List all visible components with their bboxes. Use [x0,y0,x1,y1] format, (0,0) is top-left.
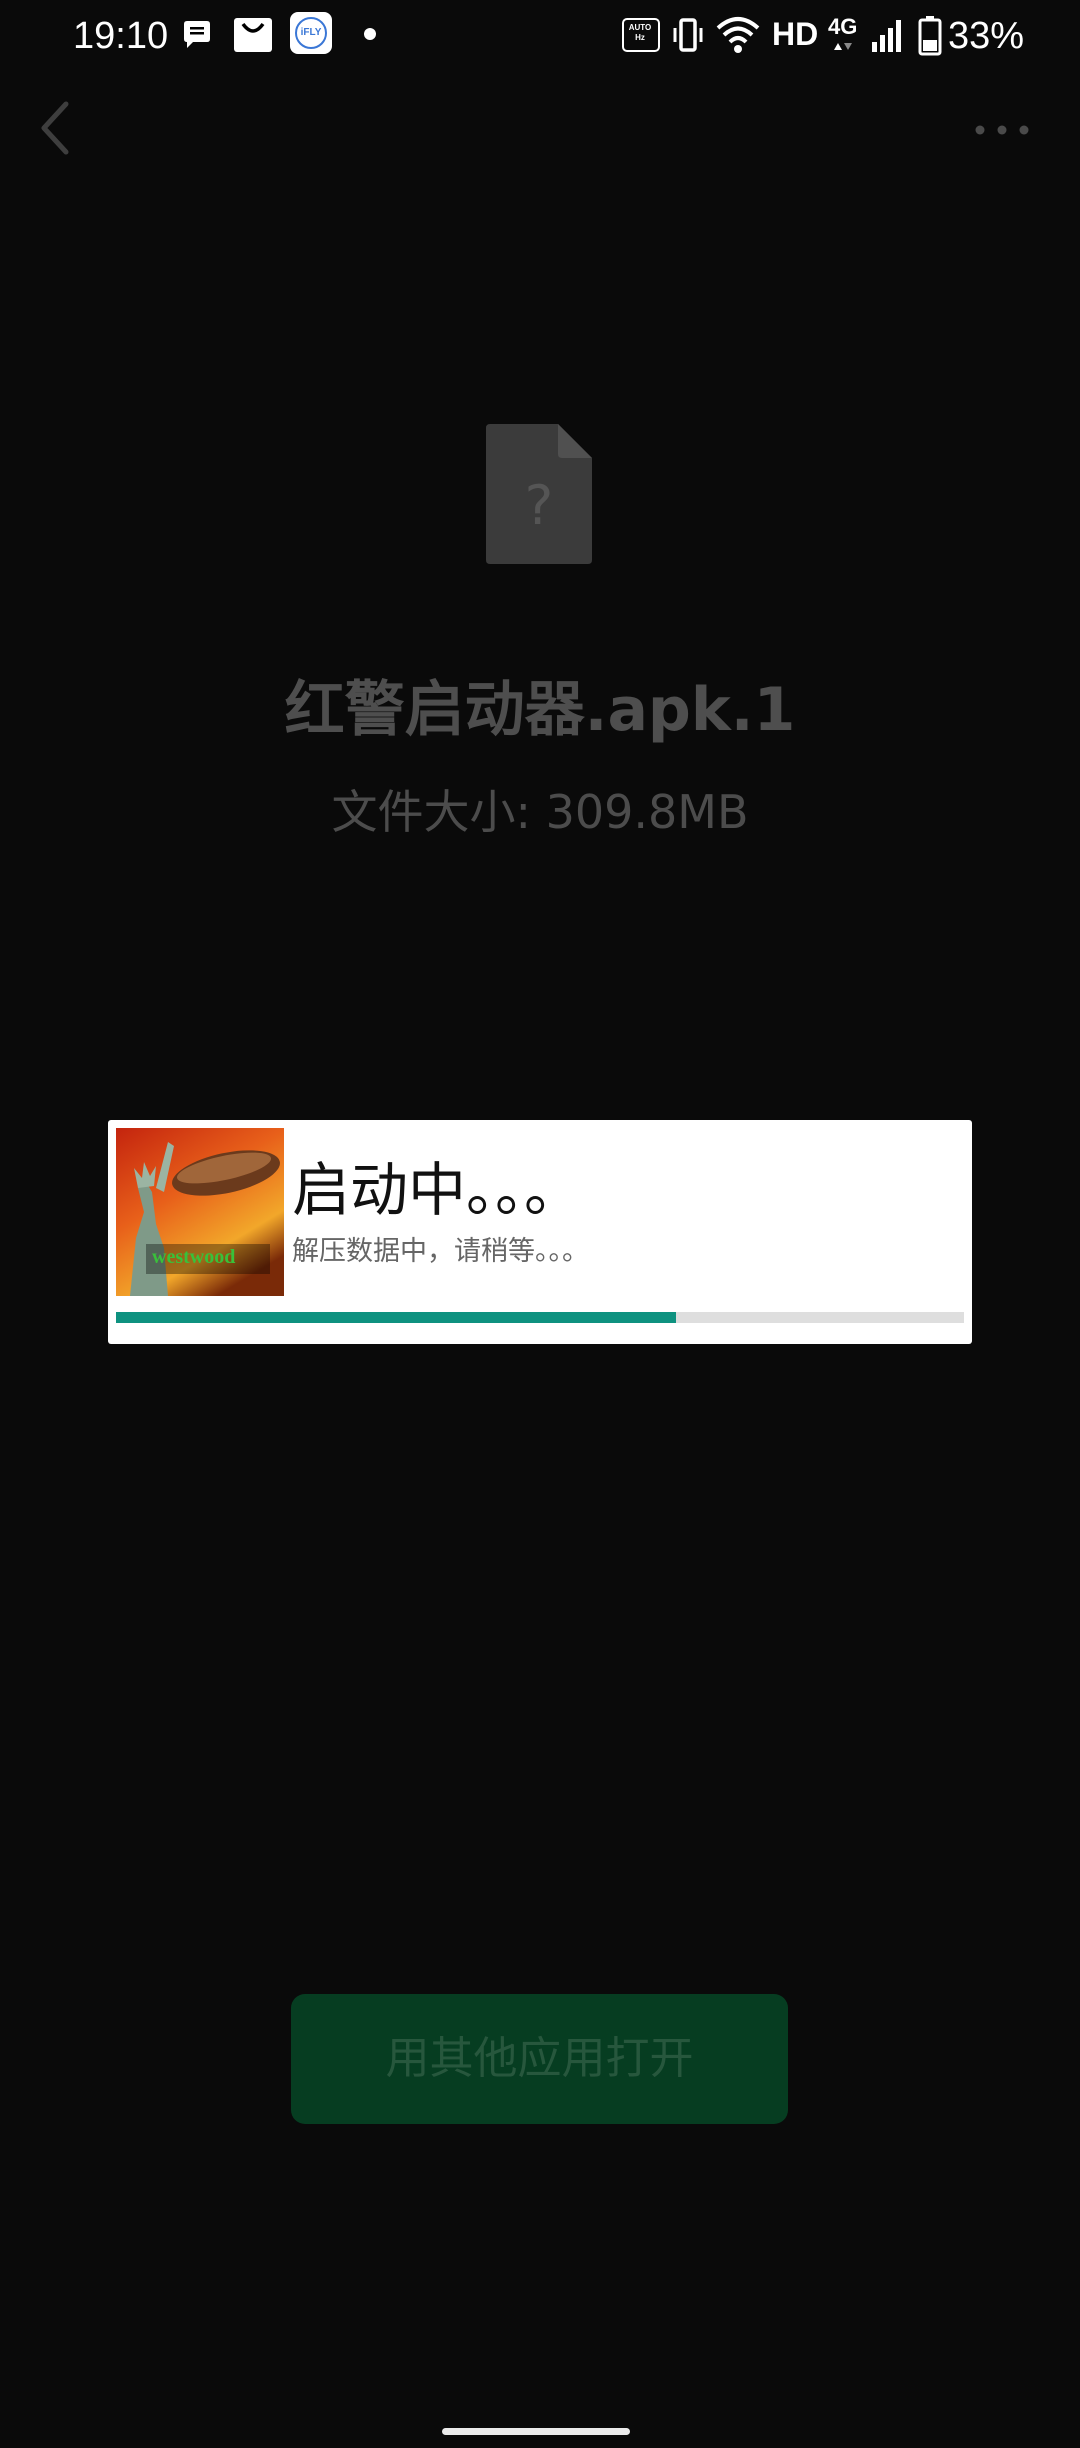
vibrate-icon [673,18,703,52]
wifi-icon [716,17,760,53]
signal-bars-icon [872,20,901,52]
home-indicator[interactable] [442,2428,630,2435]
file-size: 文件大小: 309.8MB [331,785,749,839]
ifly-label: iFLY [300,27,322,38]
auto-hz-icon: AUTO Hz [622,18,660,52]
loading-dialog: westwood 启动中。。。 解压数据中，请稍等。。。 [108,1120,972,1344]
loading-subtitle: 解压数据中，请稍等。。。 [292,1236,589,1267]
battery-icon [918,16,942,56]
unknown-file-icon: ? [486,424,592,564]
open-with-other-app-button[interactable]: 用其他应用打开 [291,1994,788,2124]
shopping-bag-icon [234,18,272,52]
message-bubble-icon [184,21,210,48]
loading-title: 启动中。。。 [292,1156,583,1224]
data-arrows-icon [834,43,852,50]
svg-text:?: ? [525,474,554,537]
status-bar: 19:10 iFLY AUTO Hz HD 4G 33% [0,0,1080,72]
file-name: 红警启动器.apk.1 [284,675,796,745]
more-options-button[interactable] [972,112,1032,148]
game-cover-label: westwood [152,1246,236,1268]
ifly-app-icon: iFLY [290,12,332,54]
chevron-left-icon [41,101,69,155]
game-cover-image: westwood [116,1128,284,1296]
network-hd-label: HD [772,16,819,52]
back-button[interactable] [28,96,78,160]
progress-bar [116,1312,964,1323]
battery-percent: 33% [948,15,1025,57]
progress-fill [116,1312,676,1323]
notification-dot [364,28,376,40]
status-time: 19:10 [73,15,169,57]
more-dots-icon [975,125,1029,135]
network-type-label: 4G [828,14,858,39]
